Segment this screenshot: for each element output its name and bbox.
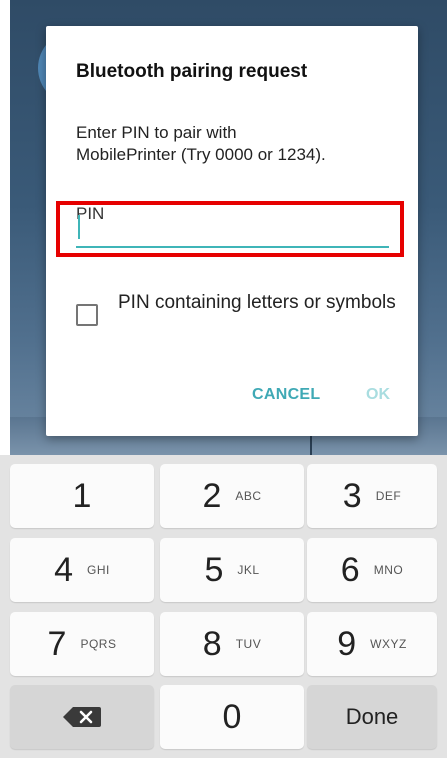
key-letters: PQRS [80, 637, 117, 651]
key-4[interactable]: 4 GHI [10, 538, 154, 602]
cancel-button[interactable]: CANCEL [252, 386, 320, 404]
key-5[interactable]: 5 JKL [160, 538, 304, 602]
key-digit: 4 [54, 551, 74, 589]
pin-input-highlight [56, 201, 404, 257]
key-digit: 7 [47, 625, 67, 663]
key-letters: JKL [237, 563, 260, 577]
letters-symbols-checkbox[interactable] [76, 304, 98, 326]
dialog-message-line2: MobilePrinter (Try 0000 or 1234). [76, 145, 326, 164]
key-digit: 5 [204, 551, 224, 589]
screen: Bluetooth pairing request Enter PIN to p… [0, 0, 447, 758]
key-letters: WXYZ [370, 637, 407, 651]
key-7[interactable]: 7 PQRS [10, 612, 154, 676]
key-digit: 6 [340, 551, 360, 589]
done-label: Done [345, 704, 399, 729]
checkbox-label: PIN containing letters or symbols [118, 292, 396, 313]
numeric-keypad: 1 2 ABC 3 DEF 4 GHI 5 JKL 6 MNO 7 PQRS 8 [0, 455, 447, 758]
key-2[interactable]: 2 ABC [160, 464, 304, 528]
dialog-title: Bluetooth pairing request [76, 61, 308, 82]
backspace-key[interactable] [10, 685, 154, 749]
key-digit: 3 [342, 477, 362, 515]
key-letters: TUV [235, 637, 262, 651]
key-letters: MNO [373, 563, 404, 577]
key-digit: 8 [202, 625, 222, 663]
key-8[interactable]: 8 TUV [160, 612, 304, 676]
bluetooth-pairing-dialog: Bluetooth pairing request Enter PIN to p… [46, 26, 418, 436]
key-letters: GHI [87, 563, 110, 577]
key-digit: 0 [222, 698, 242, 736]
dialog-message-line1: Enter PIN to pair with [76, 123, 237, 142]
letters-symbols-option[interactable]: PIN containing letters or symbols [76, 291, 406, 343]
key-1[interactable]: 1 [10, 464, 154, 528]
key-digit: 9 [337, 625, 357, 663]
key-letters: ABC [235, 489, 262, 503]
key-0[interactable]: 0 [160, 685, 304, 749]
key-3[interactable]: 3 DEF [307, 464, 437, 528]
key-9[interactable]: 9 WXYZ [307, 612, 437, 676]
key-letters: DEF [375, 489, 402, 503]
ok-button[interactable]: OK [366, 386, 390, 404]
key-6[interactable]: 6 MNO [307, 538, 437, 602]
dialog-message: Enter PIN to pair with MobilePrinter (Tr… [76, 122, 406, 166]
key-digit: 2 [202, 477, 222, 515]
done-key[interactable]: Done [307, 685, 437, 749]
key-digit: 1 [72, 477, 92, 515]
backspace-icon [62, 706, 102, 728]
